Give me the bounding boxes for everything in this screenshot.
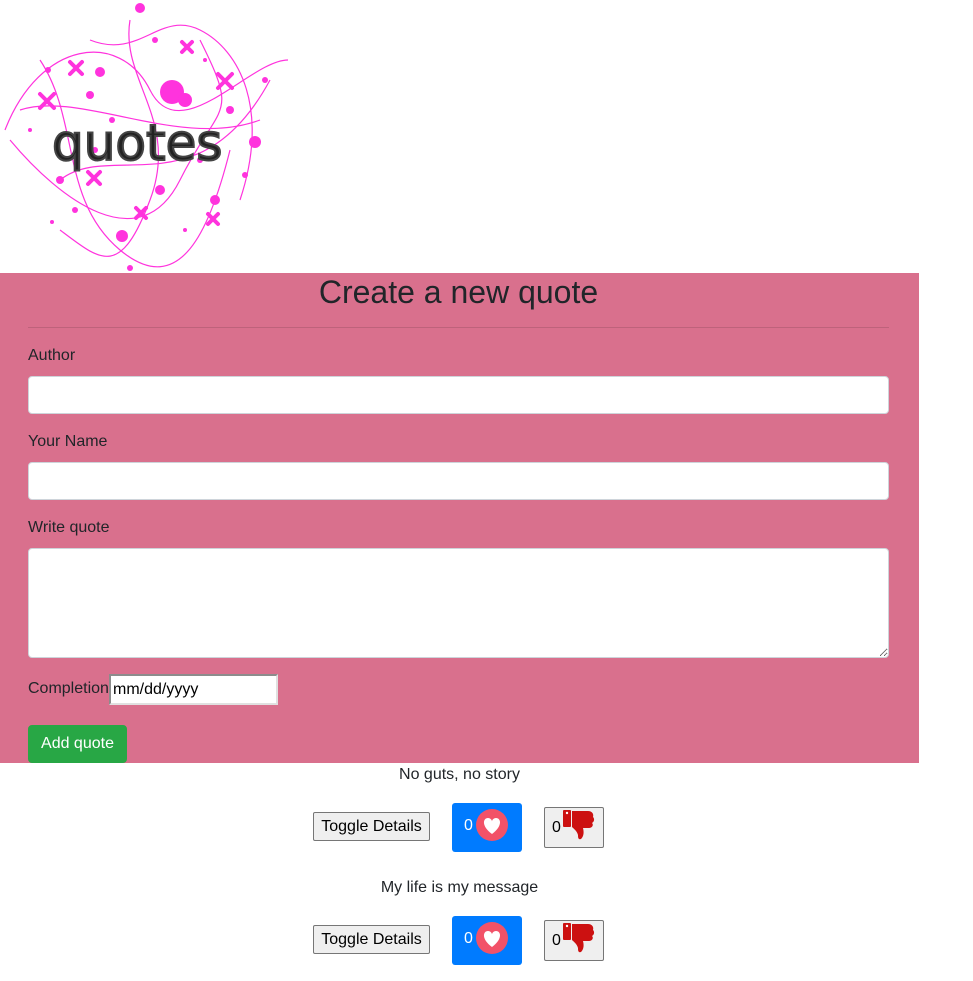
- completion-label: Completion: [28, 680, 109, 697]
- your-name-label: Your Name: [28, 433, 108, 450]
- dislike-button[interactable]: 0: [544, 920, 604, 961]
- thumbs-down-icon: [562, 809, 596, 846]
- like-button[interactable]: 0: [452, 803, 522, 852]
- new-quote-form: Create a new quote Author Your Name Writ…: [0, 273, 919, 763]
- dislike-count: 0: [552, 931, 561, 949]
- like-count: 0: [464, 929, 473, 947]
- quotes-logo: quotes: [0, 0, 290, 273]
- form-title: Create a new quote: [318, 274, 599, 310]
- add-quote-button[interactable]: Add quote: [28, 725, 127, 763]
- your-name-input[interactable]: [28, 462, 889, 500]
- completion-date-input[interactable]: [109, 674, 278, 705]
- write-quote-textarea[interactable]: [28, 548, 889, 658]
- dislike-button[interactable]: 0: [544, 807, 604, 848]
- heart-icon: [475, 921, 509, 960]
- quote-text: No guts, no story: [399, 766, 520, 783]
- title-divider: [28, 327, 889, 328]
- dislike-count: 0: [552, 818, 561, 836]
- author-label: Author: [28, 347, 76, 364]
- write-quote-label: Write quote: [28, 519, 110, 536]
- heart-icon: [475, 808, 509, 847]
- logo-splatter-graphic: quotes: [4, 3, 289, 271]
- logo-text: quotes: [52, 114, 222, 172]
- author-input[interactable]: [28, 376, 889, 414]
- like-count: 0: [464, 816, 473, 834]
- like-button[interactable]: 0: [452, 916, 522, 965]
- thumbs-down-icon: [562, 922, 596, 959]
- quote-text: My life is my message: [380, 879, 539, 896]
- toggle-details-button[interactable]: Toggle Details: [313, 925, 430, 954]
- toggle-details-button[interactable]: Toggle Details: [313, 812, 430, 841]
